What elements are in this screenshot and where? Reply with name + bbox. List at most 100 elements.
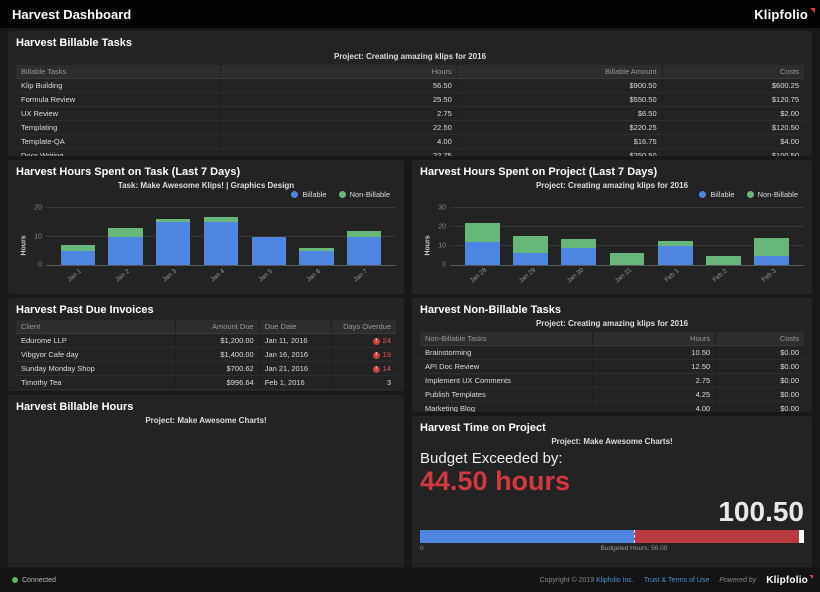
chart-area: Hours 0102030 Jan 28Jan 29Jan 30Jan 31Fe… xyxy=(420,208,804,288)
x-tick-label: Jan 5 xyxy=(257,268,280,291)
x-tick-label: Jan 3 xyxy=(162,268,185,291)
panel-subtitle: Project: Make Awesome Charts! xyxy=(16,416,396,425)
table-header-row: Non-Billable TasksHoursCosts xyxy=(420,332,804,346)
table-cell: Giselle harwood store xyxy=(16,390,176,392)
table-cell: !14 xyxy=(331,362,396,376)
table-cell: 12.50 xyxy=(593,360,716,374)
panel-subtitle: Project: Creating amazing klips for 2016 xyxy=(16,52,804,61)
klipfolio-logo[interactable]: Klipfolio xyxy=(754,7,808,22)
bar-segment-billable xyxy=(156,222,190,265)
klipfolio-footer-logo[interactable]: Klipfolio xyxy=(766,575,808,586)
x-label-slot: Jan 2 xyxy=(102,266,150,288)
stacked-bar xyxy=(754,208,789,265)
table-cell: Publish Templates xyxy=(420,388,593,402)
table-cell: 4.00 xyxy=(221,135,457,149)
table-cell: Jan 21, 2016 xyxy=(259,362,331,376)
table-cell: Implement UX Comments xyxy=(420,374,593,388)
budget-exceeded-value: 44.50 hours xyxy=(420,467,804,497)
dashboard-title: Harvest Dashboard xyxy=(12,7,131,22)
legend-dot-icon xyxy=(747,191,754,198)
bar-slot xyxy=(506,208,554,265)
x-tick-label: Jan 29 xyxy=(517,267,543,293)
table-cell: UX Review xyxy=(16,107,221,121)
x-labels: Jan 28Jan 29Jan 30Jan 31Feb 1Feb 2Feb 3 xyxy=(450,266,804,288)
table-cell: $100.50 xyxy=(662,149,804,157)
table-row: Vibgyor Cafe day$1,400.00Jan 16, 2016!19 xyxy=(16,348,396,362)
table-cell: $1,400.00 xyxy=(176,348,260,362)
column-header: Amount Due xyxy=(176,320,260,334)
table-cell: 22.75 xyxy=(221,149,457,157)
bar-segment-billable xyxy=(204,222,238,265)
x-tick-label: Jan 4 xyxy=(209,268,232,291)
x-label-slot: Jan 6 xyxy=(293,266,341,288)
stacked-bar xyxy=(61,208,95,265)
budgeted-hours-caption: Budgeted Hours: 56.00 xyxy=(601,545,668,552)
panel-billable-hours: Harvest Billable Hours Project: Make Awe… xyxy=(8,395,404,567)
legend-label: Billable xyxy=(710,190,734,199)
bar-slot xyxy=(699,208,747,265)
table-cell: $120.75 xyxy=(662,93,804,107)
days-overdue-value: 14 xyxy=(383,364,391,373)
x-labels: Jan 1Jan 2Jan 3Jan 4Jan 5Jan 6Jan 7 xyxy=(46,266,396,288)
table-cell: 2 xyxy=(331,390,396,392)
column-header: Client xyxy=(16,320,176,334)
column-header: Hours xyxy=(593,332,716,346)
table-cell: Feb 2, 2016 xyxy=(259,390,331,392)
budget-bar-endcap xyxy=(799,530,804,543)
x-tick-label: Jan 31 xyxy=(614,267,640,293)
bar-segment-billable xyxy=(465,242,500,265)
panel-title: Harvest Hours Spent on Task (Last 7 Days… xyxy=(16,166,396,178)
table-cell: 56.50 xyxy=(221,79,457,93)
table-row: Publish Templates4.25$0.00 xyxy=(420,388,804,402)
budget-threshold-marker xyxy=(634,530,635,543)
bar-segment-billable xyxy=(513,253,548,265)
bar-segment-non-billable xyxy=(610,253,645,265)
bottom-left-column: Harvest Past Due Invoices ClientAmount D… xyxy=(8,298,404,567)
stacked-bar xyxy=(561,208,596,265)
chart-legend: Billable Non-Billable xyxy=(291,190,390,199)
x-label-slot: Jan 30 xyxy=(555,266,603,288)
column-header: Costs xyxy=(716,332,804,346)
legend-label: Billable xyxy=(302,190,326,199)
x-tick-label: Jan 1 xyxy=(66,268,89,291)
charts-row: Harvest Hours Spent on Task (Last 7 Days… xyxy=(8,160,812,294)
chart-plot: 01020 xyxy=(46,208,396,266)
table-cell: Feb 1, 2016 xyxy=(259,376,331,390)
table-cell: Sunday Monday Shop xyxy=(16,362,176,376)
stacked-bar xyxy=(108,208,142,265)
table-cell: $2.00 xyxy=(662,107,804,121)
table-row: Templating22.50$220.25$120.50 xyxy=(16,121,804,135)
x-label-slot: Feb 1 xyxy=(651,266,699,288)
table-row: Formula Review25.50$550.50$120.75 xyxy=(16,93,804,107)
data-table: ClientAmount DueDue DateDays OverdueEdur… xyxy=(16,320,396,391)
legend-item: Non-Billable xyxy=(339,190,390,199)
budget-bar-overage-segment xyxy=(634,530,799,543)
chart-area: Hours 01020 Jan 1Jan 2Jan 3Jan 4Jan 5Jan… xyxy=(16,208,396,288)
panel-subtitle: Project: Make Awesome Charts! xyxy=(420,437,804,446)
table-row: Timothy Tea$996.64Feb 1, 20163 xyxy=(16,376,396,390)
bar-segment-non-billable xyxy=(706,256,741,265)
legend-dot-icon xyxy=(339,191,346,198)
bar-slot xyxy=(340,208,388,265)
y-tick-label: 20 xyxy=(24,205,42,212)
table-cell: $250.50 xyxy=(457,149,662,157)
klipfolio-inc-link[interactable]: Klipfolio Inc. xyxy=(596,577,634,584)
stacked-bar xyxy=(610,208,645,265)
bar-slot xyxy=(293,208,341,265)
column-header: Non-Billable Tasks xyxy=(420,332,593,346)
legend-item: Billable xyxy=(699,190,734,199)
trust-terms-link[interactable]: Trust & Terms of Use xyxy=(644,577,709,584)
legend-item: Billable xyxy=(291,190,326,199)
data-table: Non-Billable TasksHoursCostsBrainstormin… xyxy=(420,332,804,412)
table-cell: 3 xyxy=(331,376,396,390)
x-label-slot: Feb 2 xyxy=(699,266,747,288)
overdue-alert-icon: ! xyxy=(373,338,380,345)
y-tick-label: 10 xyxy=(24,233,42,240)
copyright-prefix: Copyright © 2019 xyxy=(540,577,595,584)
panel-title: Harvest Past Due Invoices xyxy=(16,304,396,316)
column-header: Billable Amount xyxy=(457,65,662,79)
legend-dot-icon xyxy=(699,191,706,198)
table-cell: Brainstorming xyxy=(420,346,593,360)
footer-links: Copyright © 2019 Klipfolio Inc. Trust & … xyxy=(540,575,808,586)
table-cell: 2.75 xyxy=(221,107,457,121)
